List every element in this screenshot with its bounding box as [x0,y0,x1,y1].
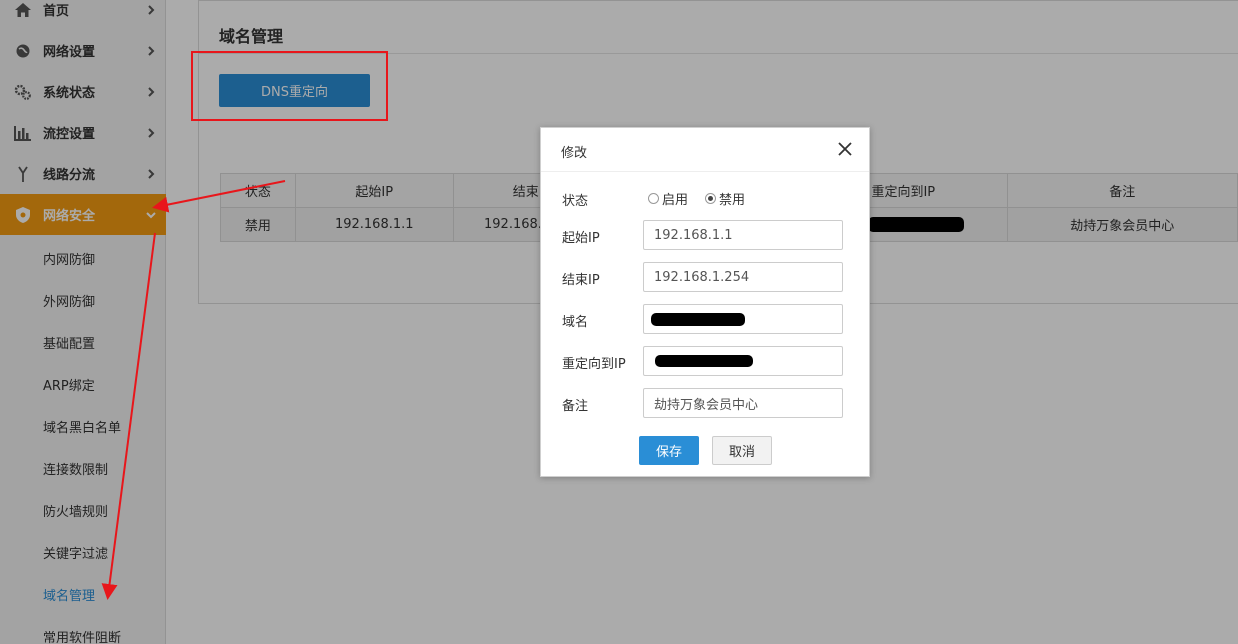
start-ip-label: 起始IP [562,231,600,246]
save-button[interactable]: 保存 [639,436,699,465]
end-ip-input[interactable] [643,262,843,292]
redirect-ip-label: 重定向到IP [562,357,626,372]
status-radio-group: 启用 禁用 [648,189,762,208]
end-ip-label: 结束IP [562,273,600,288]
note-label: 备注 [562,399,589,414]
end-ip-row: 结束IP [541,262,869,292]
close-icon[interactable] [837,141,853,157]
status-label: 状态 [562,194,589,209]
enable-label: 启用 [662,193,689,208]
dialog-title: 修改 [561,146,588,161]
start-ip-row: 起始IP [541,220,869,250]
disable-label: 禁用 [719,193,746,208]
status-row: 状态 启用 禁用 [541,183,869,213]
redaction-mark [655,355,753,367]
redirect-ip-row: 重定向到IP [541,346,869,376]
domain-label: 域名 [562,315,589,330]
edit-dialog: 修改 状态 启用 禁用 起始IP 结束IP 域名 重定向到IP 备注 保存 取消 [540,127,870,477]
start-ip-input[interactable] [643,220,843,250]
redaction-mark [651,313,745,326]
cancel-button[interactable]: 取消 [712,436,772,465]
domain-row: 域名 [541,304,869,334]
enable-radio[interactable] [648,193,659,204]
note-input[interactable] [643,388,843,418]
annotation-box [191,51,388,121]
disable-radio[interactable] [705,193,717,204]
dialog-header: 修改 [541,128,869,172]
note-row: 备注 [541,388,869,418]
